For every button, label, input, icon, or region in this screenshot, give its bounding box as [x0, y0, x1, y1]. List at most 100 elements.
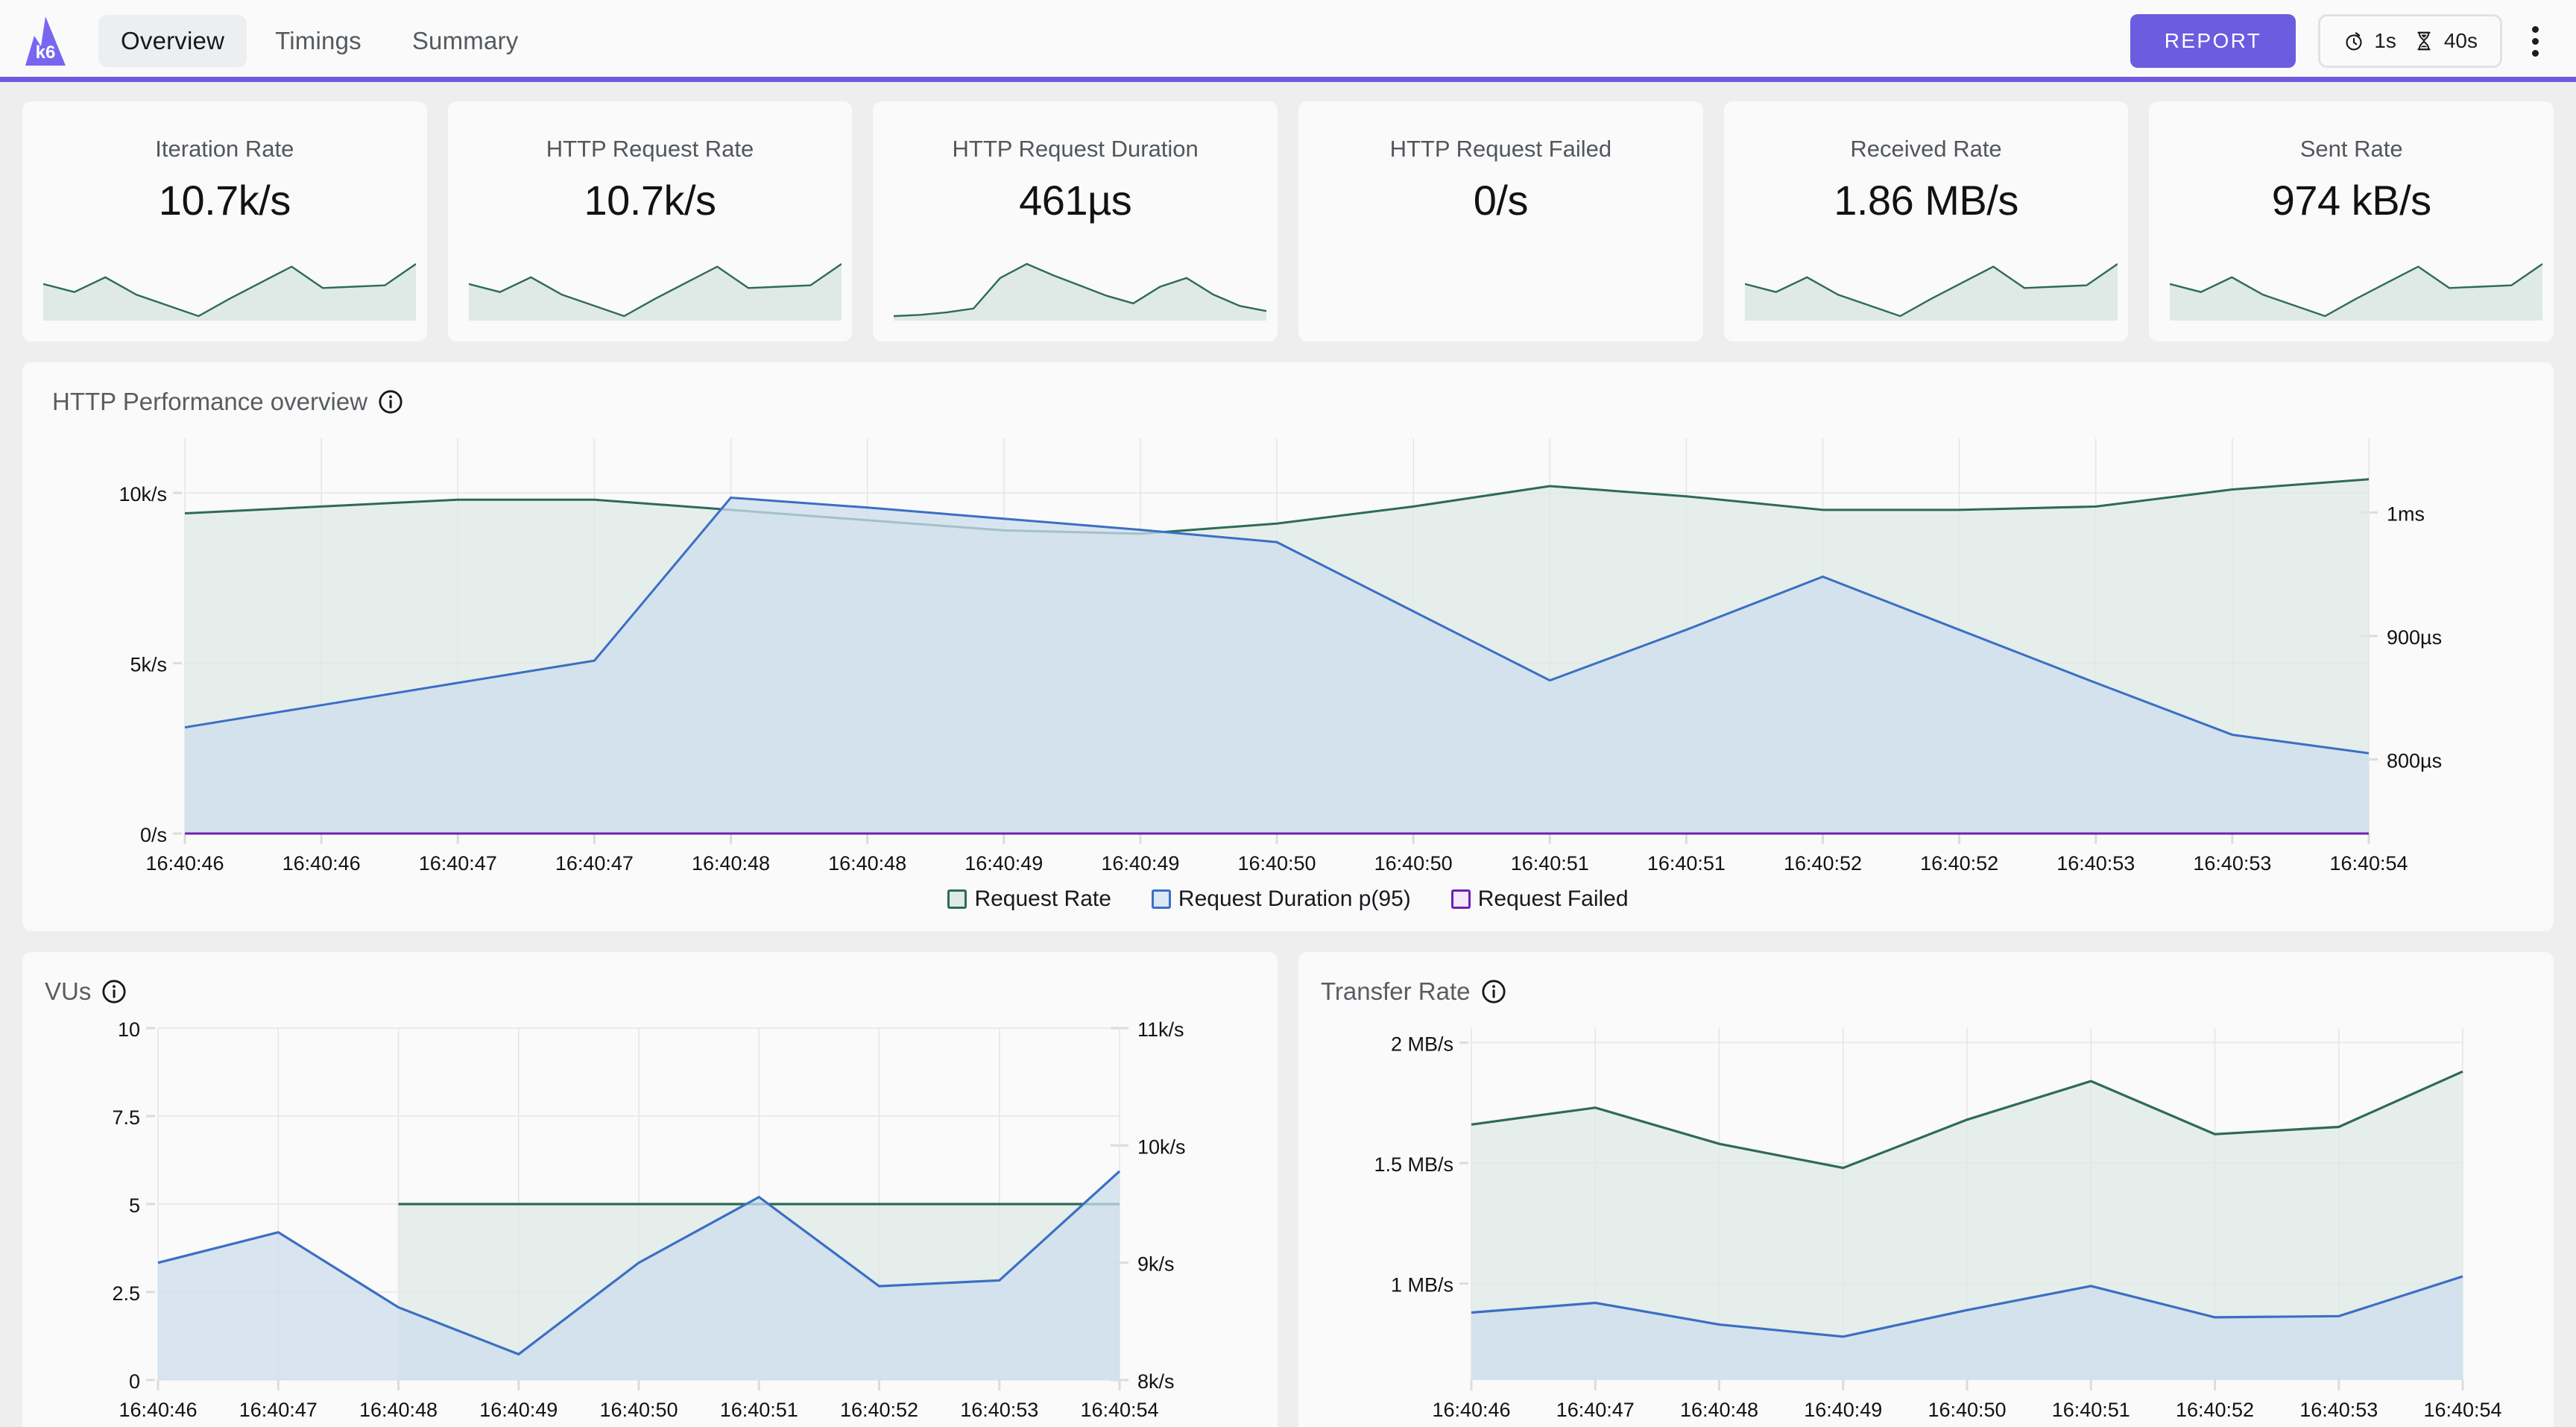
panel-title: VUs — [45, 977, 92, 1005]
metric-cards-row: Iteration Rate 10.7k/s HTTP Request Rate 10… — [22, 101, 2554, 341]
svg-text:k6: k6 — [36, 42, 56, 63]
y2-axis-tick-label: 800µs — [2387, 750, 2442, 772]
test-duration[interactable]: 40s — [2413, 29, 2478, 53]
panel-title: Transfer Rate — [1321, 977, 1471, 1005]
k6-logo-icon[interactable]: k6 — [22, 16, 69, 66]
metric-card[interactable]: Sent Rate 974 kB/s — [2149, 101, 2554, 341]
report-button[interactable]: REPORT — [2130, 14, 2296, 68]
timing-controls[interactable]: 1s 40s — [2318, 14, 2502, 68]
metric-card-value: 974 kB/s — [2271, 177, 2431, 224]
http-performance-legend: Request Rate Request Duration p(95) Reques… — [52, 886, 2524, 912]
http-performance-panel: HTTP Performance overview 0/s 5k/s 10k/s 80… — [22, 362, 2554, 931]
hourglass-icon — [2417, 31, 2431, 51]
metric-card-title: Received Rate — [1850, 136, 2002, 162]
x-axis-tick-label: 16:40:53 — [2299, 1399, 2378, 1421]
vus-svg: 0 2.5 5 7.5 10 8k/s 9k/s 10k/s 11k/s 16:40:46 16:4… — [112, 1018, 1185, 1421]
metric-card-title: Sent Rate — [2299, 136, 2403, 162]
y2-axis-tick-label: 1ms — [2387, 503, 2425, 525]
x-axis-tick-label: 16:40:52 — [1920, 852, 1998, 875]
metric-card-value: 0/s — [1473, 177, 1529, 224]
y-axis-tick-label: 0 — [129, 1370, 140, 1393]
x-axis-tick-label: 16:40:48 — [692, 852, 770, 875]
x-axis-tick-label: 16:40:48 — [359, 1399, 438, 1421]
metric-card[interactable]: Received Rate 1.86 MB/s — [1723, 101, 2129, 341]
bottom-panels-row: VUs 0 2.5 5 7.5 10 8k/s 9k/s 10k/s 11k/s 16:40:46… — [22, 952, 2554, 1427]
x-axis-tick-label: 16:40:47 — [239, 1399, 318, 1421]
x-axis-tick-label: 16:40:53 — [960, 1399, 1038, 1421]
y-axis-tick-label: 1.5 MB/s — [1374, 1153, 1453, 1176]
metric-sparkline — [43, 263, 416, 321]
test-duration-value: 40s — [2443, 29, 2478, 52]
y-axis-tick-label: 10k/s — [119, 483, 167, 505]
x-axis-tick-label: 16:40:52 — [1784, 852, 1862, 875]
info-icon[interactable] — [1481, 979, 1506, 1004]
x-axis-tick-label: 16:40:54 — [2329, 852, 2408, 875]
legend-item[interactable]: Request Duration p(95) — [1151, 886, 1411, 912]
http-performance-chart[interactable]: 0/s 5k/s 10k/s 800µs 900µs 1ms 16:40:46 16:40:4… — [52, 416, 2524, 882]
legend-item[interactable]: Request Rate — [947, 886, 1111, 912]
refresh-interval[interactable]: 1s — [2343, 29, 2396, 53]
x-axis-tick-label: 16:40:46 — [1432, 1399, 1510, 1421]
metric-card-title: Iteration Rate — [155, 136, 294, 162]
y2-axis-tick-label: 900µs — [2387, 626, 2442, 649]
x-axis-tick-label: 16:40:48 — [828, 852, 906, 875]
x-axis-tick-label: 16:40:51 — [2052, 1399, 2130, 1421]
metric-sparkline — [894, 262, 1267, 321]
y-axis-tick-label: 5 — [129, 1194, 140, 1217]
x-axis-tick-label: 16:40:52 — [840, 1399, 918, 1421]
vus-chart[interactable]: 0 2.5 5 7.5 10 8k/s 9k/s 10k/s 11k/s 16:40:46 16:4… — [45, 1006, 1255, 1427]
metric-card-value: 461µs — [1019, 177, 1132, 224]
y-axis-tick-label: 7.5 — [112, 1106, 140, 1129]
metric-card[interactable]: HTTP Request Duration 461µs — [873, 101, 1278, 341]
x-axis-tick-label: 16:40:49 — [1101, 852, 1179, 875]
stopwatch-icon — [2346, 32, 2362, 51]
y-axis-tick-label: 1 MB/s — [1391, 1274, 1453, 1297]
legend-swatch — [1151, 889, 1171, 909]
legend-swatch — [947, 889, 967, 909]
metric-card[interactable]: HTTP Request Failed 0/s — [1298, 101, 1703, 341]
metric-card-title: HTTP Request Duration — [952, 136, 1199, 162]
x-axis-tick-label: 16:40:53 — [2056, 852, 2135, 875]
x-axis-tick-label: 16:40:52 — [2176, 1399, 2254, 1421]
x-axis-tick-label: 16:40:50 — [599, 1399, 678, 1421]
x-axis-tick-label: 16:40:54 — [2423, 1399, 2501, 1421]
info-icon[interactable] — [378, 389, 403, 415]
info-icon[interactable] — [101, 979, 127, 1004]
main-tabs: Overview Timings Summary — [98, 15, 540, 67]
vus-header: VUs — [45, 977, 1255, 1006]
metric-card-value: 10.7k/s — [158, 177, 291, 224]
metric-card[interactable]: Iteration Rate 10.7k/s — [22, 101, 427, 341]
legend-item[interactable]: Request Failed — [1450, 886, 1629, 912]
y-axis-tick-label: 2.5 — [112, 1282, 140, 1305]
vus-panel: VUs 0 2.5 5 7.5 10 8k/s 9k/s 10k/s 11k/s 16:40:46… — [22, 952, 1278, 1427]
x-axis-tick-label: 16:40:47 — [1556, 1399, 1635, 1421]
legend-label: Request Failed — [1477, 886, 1629, 911]
transfer-rate-chart[interactable]: 1 MB/s 1.5 MB/s 2 MB/s 16:40:46 16:40:47 16:4… — [1321, 1006, 2531, 1427]
metric-sparkline — [2170, 263, 2543, 321]
transfer-rate-header: Transfer Rate — [1321, 977, 2531, 1006]
tab-summary[interactable]: Summary — [390, 15, 541, 67]
x-axis-tick-label: 16:40:54 — [1080, 1399, 1158, 1421]
legend-swatch — [1450, 889, 1471, 909]
x-axis-tick-label: 16:40:46 — [119, 1399, 197, 1421]
metric-sparkline — [468, 263, 842, 321]
metric-card[interactable]: HTTP Request Rate 10.7k/s — [447, 101, 853, 341]
x-axis-tick-label: 16:40:46 — [282, 852, 361, 875]
y2-axis-tick-label: 11k/s — [1137, 1018, 1184, 1041]
tab-timings[interactable]: Timings — [253, 15, 384, 67]
legend-label: Request Duration p(95) — [1178, 886, 1411, 911]
x-axis-tick-label: 16:40:51 — [720, 1399, 798, 1421]
x-axis-tick-label: 16:40:47 — [419, 852, 497, 875]
y2-axis-tick-label: 9k/s — [1137, 1253, 1175, 1276]
x-axis-tick-label: 16:40:49 — [479, 1399, 558, 1421]
x-axis-tick-label: 16:40:46 — [145, 852, 224, 875]
x-axis-tick-label: 16:40:49 — [1804, 1399, 1882, 1421]
y-axis-tick-label: 0/s — [140, 824, 167, 846]
tab-overview[interactable]: Overview — [98, 15, 247, 67]
metric-card-value: 1.86 MB/s — [1834, 177, 2018, 224]
y-axis-tick-label: 2 MB/s — [1391, 1033, 1453, 1055]
kebab-menu-icon[interactable] — [2525, 19, 2546, 64]
toolbar-actions: REPORT 1s 40s — [2130, 14, 2546, 68]
x-axis-tick-label: 16:40:49 — [965, 852, 1043, 875]
http-performance-overview-svg: 0/s 5k/s 10k/s 800µs 900µs 1ms 16:40:46 16:40:4… — [119, 438, 2442, 875]
